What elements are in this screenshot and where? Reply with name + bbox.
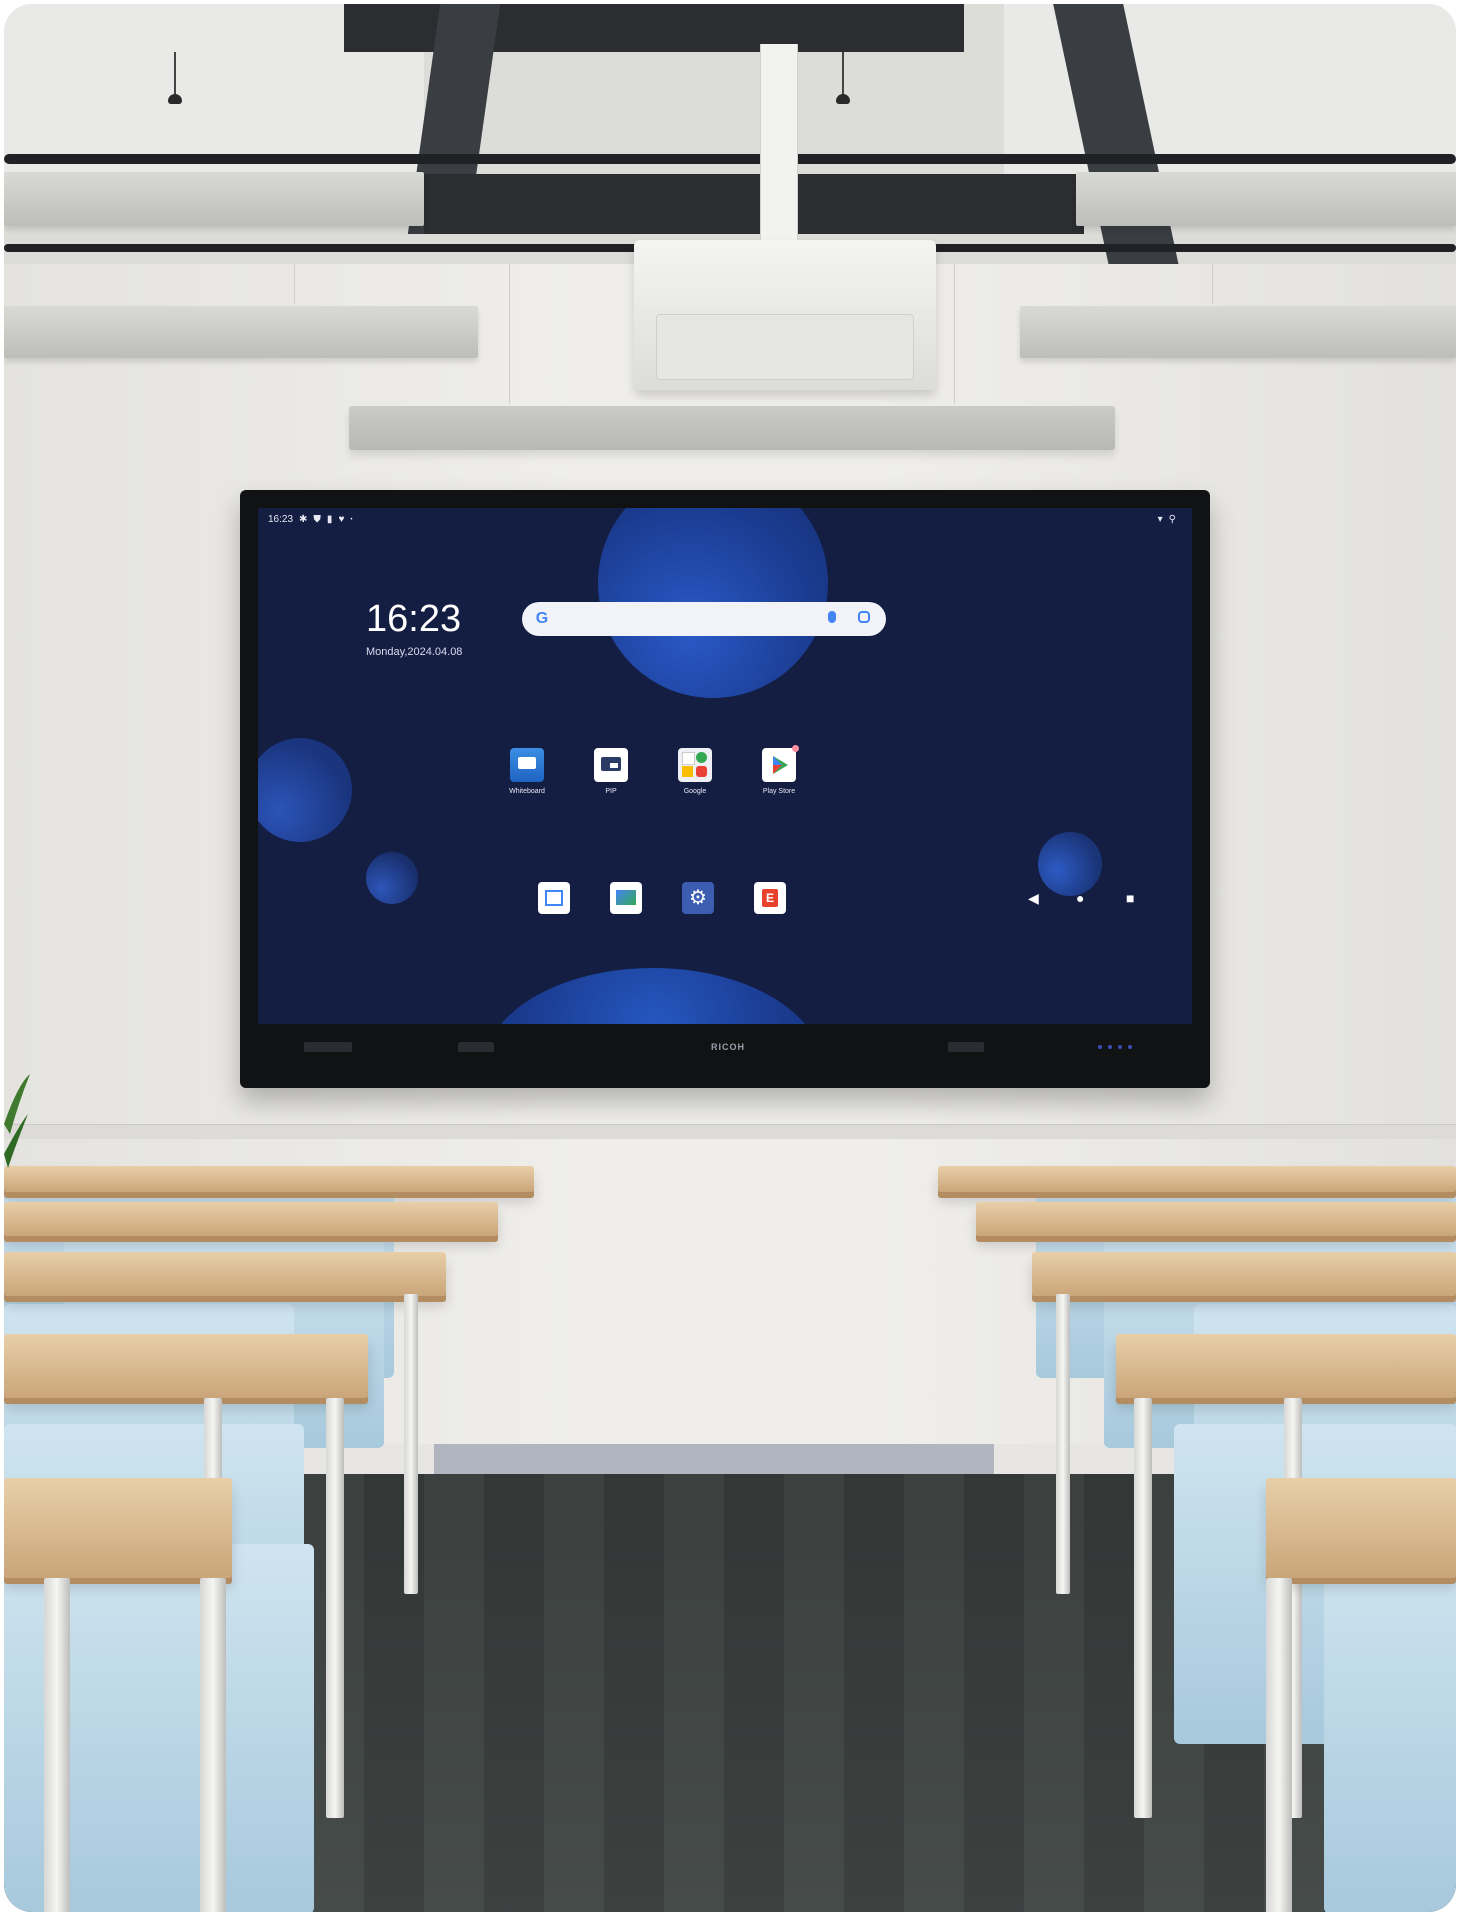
microphone-icon[interactable]	[828, 611, 836, 623]
clock-time[interactable]: 16:23	[366, 598, 461, 641]
interactive-display: 16:23 ✱ ⛊ ▮ ♥ • ▾ ⚲ 16:23 Monday,2024.04…	[240, 490, 1210, 1088]
dot-icon: •	[350, 516, 353, 523]
background-orb	[258, 738, 352, 842]
app-play-store[interactable]: Play Store	[744, 745, 814, 795]
status-led	[1118, 1045, 1122, 1049]
front-ports	[948, 1042, 984, 1052]
status-led	[1098, 1045, 1102, 1049]
desk	[938, 1166, 1456, 1192]
chair	[1324, 1544, 1456, 1912]
desk	[1266, 1478, 1456, 1578]
app-whiteboard[interactable]: Whiteboard	[492, 748, 562, 795]
ceiling-light	[1020, 306, 1456, 358]
app-label: Google	[683, 788, 707, 795]
sd-card-icon: ▮	[326, 514, 333, 525]
app-label: Whiteboard	[509, 788, 545, 795]
android-home-screen[interactable]: 16:23 ✱ ⛊ ▮ ♥ • ▾ ⚲ 16:23 Monday,2024.04…	[258, 508, 1192, 1024]
status-time: 16:23	[268, 514, 294, 525]
status-bar-right: ▾ ⚲	[1158, 514, 1176, 525]
google-search-bar[interactable]: G	[522, 602, 886, 636]
classroom-scene: 16:23 ✱ ⛊ ▮ ♥ • ▾ ⚲ 16:23 Monday,2024.04…	[4, 4, 1456, 1912]
app-label: PIP	[605, 788, 617, 795]
wifi-icon: ▾	[1157, 514, 1163, 525]
app-label: Play Store	[762, 788, 796, 795]
status-bar: 16:23 ✱ ⛊ ▮ ♥ •	[268, 514, 352, 525]
desk	[4, 1334, 368, 1398]
whiteboard-icon	[510, 748, 544, 782]
status-led	[1128, 1045, 1132, 1049]
play-store-icon	[762, 745, 799, 782]
pip-icon	[594, 748, 628, 782]
back-button[interactable]: ◀	[1028, 890, 1039, 907]
projector-mount	[760, 44, 798, 244]
battery-icon: ⚲	[1168, 514, 1176, 525]
desk	[976, 1202, 1456, 1236]
front-ports	[304, 1042, 352, 1052]
clock-date: Monday,2024.04.08	[366, 646, 463, 658]
security-icon: ♥	[338, 514, 345, 525]
settings-icon[interactable]: ⚙	[682, 882, 714, 914]
ceiling-light	[349, 406, 1115, 450]
calendar-icon[interactable]	[538, 882, 570, 914]
chair-rail	[4, 1124, 1456, 1139]
desk	[4, 1202, 498, 1236]
plant	[4, 1074, 30, 1168]
e-app-icon[interactable]: E	[754, 882, 786, 914]
google-g-icon: G	[535, 610, 549, 627]
status-led	[1108, 1045, 1112, 1049]
desk	[4, 1166, 534, 1192]
front-ports	[458, 1042, 494, 1052]
ceiling	[4, 4, 1456, 294]
gallery-icon[interactable]	[610, 882, 642, 914]
projector	[634, 240, 936, 390]
background-orb	[1038, 832, 1102, 896]
background-orb	[366, 852, 418, 904]
brand-logo: RICOH	[711, 1042, 745, 1052]
lens-icon[interactable]	[858, 611, 870, 623]
desk	[4, 1478, 232, 1578]
app-google-folder[interactable]: Google	[660, 748, 730, 795]
desk	[4, 1252, 446, 1296]
radiator	[434, 1444, 994, 1474]
display-bezel: RICOH	[258, 1030, 1192, 1080]
ceiling-light	[4, 306, 478, 358]
home-button[interactable]: ●	[1076, 890, 1084, 906]
google-folder-icon	[678, 748, 712, 782]
shield-icon: ⛊	[313, 514, 321, 525]
desk	[1032, 1252, 1456, 1296]
background-orb	[484, 968, 822, 1024]
settings-icon: ✱	[299, 514, 308, 525]
app-pip[interactable]: PIP	[576, 748, 646, 795]
desk	[1116, 1334, 1456, 1398]
recents-button[interactable]: ■	[1126, 890, 1134, 906]
